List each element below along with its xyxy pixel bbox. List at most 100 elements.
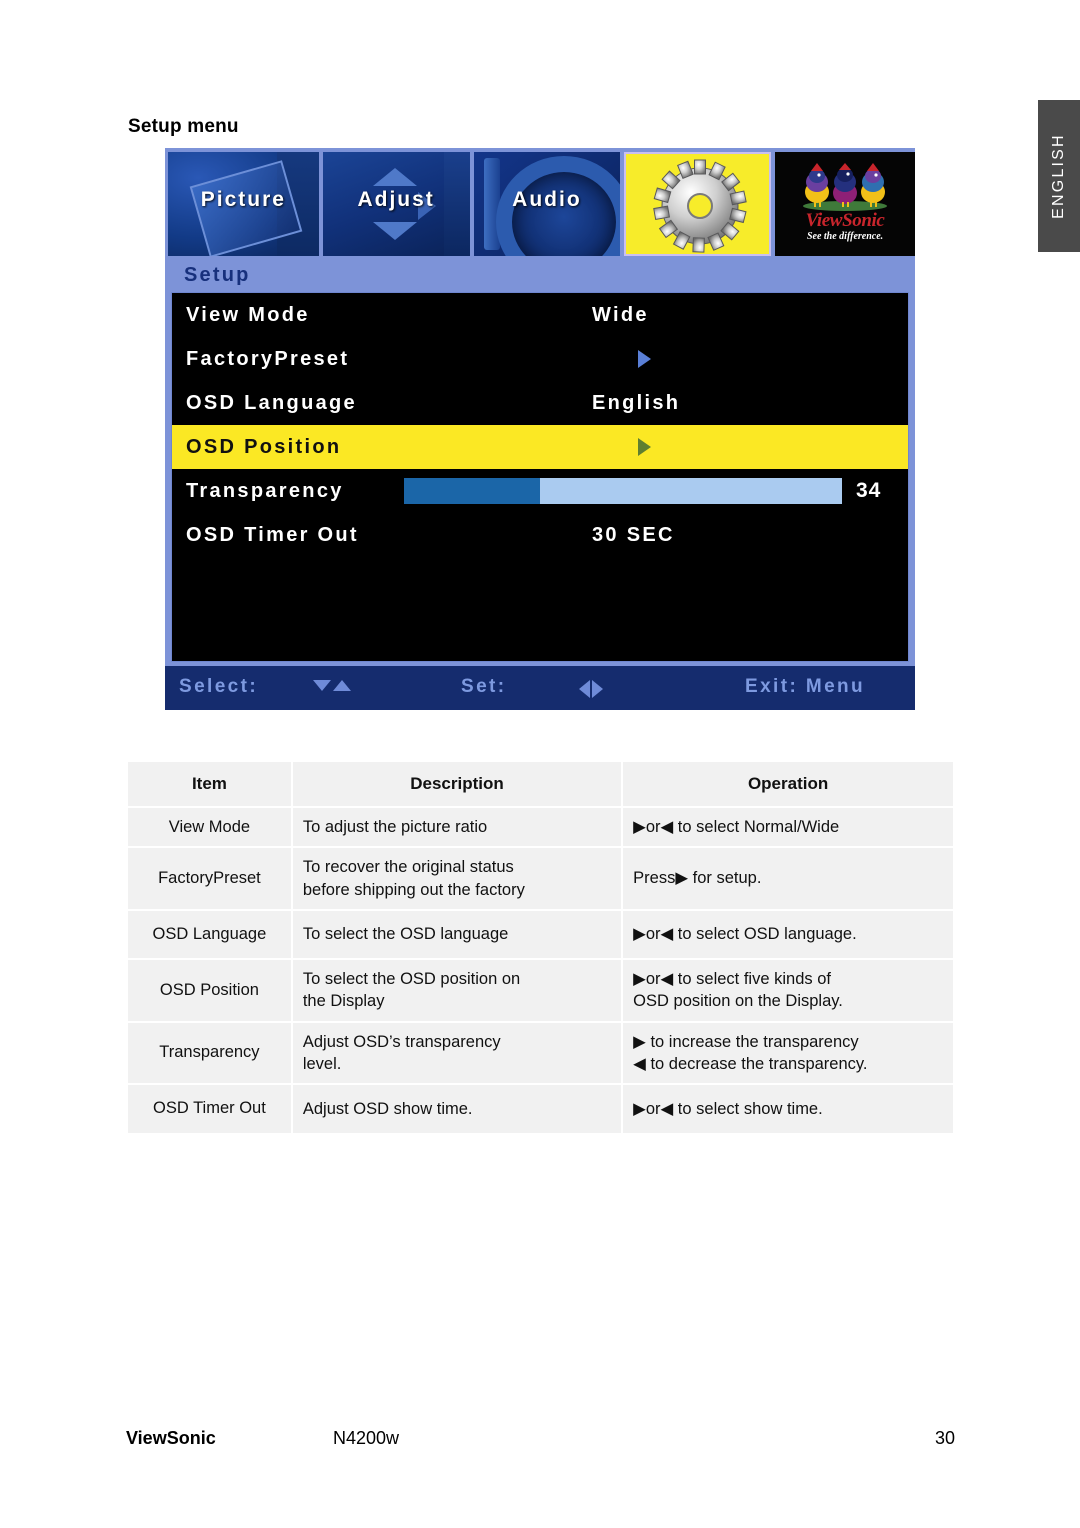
oper-line: ▶or◀ to select Normal/Wide <box>633 818 840 836</box>
osd-tab-picture-label: Picture <box>200 188 286 211</box>
oper-line: ▶or◀ to select OSD language. <box>633 925 857 944</box>
transparency-slider[interactable] <box>404 478 842 504</box>
table-cell-operation: ▶or◀ to select five kinds of OSD positio… <box>623 960 953 1021</box>
arrow-right-icon <box>592 680 603 698</box>
table-cell-description: To adjust the picture ratio <box>292 808 622 847</box>
osd-tab-audio[interactable]: Audio <box>473 152 621 256</box>
page-title: Setup menu <box>128 116 239 137</box>
osd-subheader: Setup <box>184 264 251 286</box>
osd-hint-bar: Select: Set: Exit: Menu <box>165 666 915 710</box>
osd-row-label: FactoryPreset <box>186 347 350 370</box>
table-cell-item: View Mode <box>128 808 291 847</box>
osd-row-view-mode[interactable]: View Mode Wide <box>172 293 908 337</box>
osd-row-osd-timer-out[interactable]: OSD Timer Out 30 SEC <box>172 513 908 557</box>
adjust-arrows-icon <box>372 168 417 186</box>
osd-item-list: View Mode Wide FactoryPreset OSD Languag… <box>171 292 909 662</box>
table-cell-operation: ▶or◀ to select Normal/Wide <box>623 808 953 847</box>
table-row: FactoryPreset To recover the original st… <box>128 848 953 909</box>
osd-row-label: OSD Language <box>186 391 357 414</box>
osd-tab-audio-label: Audio <box>512 188 582 211</box>
transparency-value: 34 <box>856 479 882 502</box>
oper-line: OSD position on the Display. <box>633 992 843 1011</box>
arrow-left-icon <box>579 680 590 698</box>
table-cell-description: To select the OSD language <box>292 910 622 959</box>
table-cell-description: Adjust OSD’s transparency level. <box>292 1022 622 1084</box>
table-row: OSD Language To select the OSD language … <box>128 910 953 959</box>
table-row: OSD Timer Out Adjust OSD show time. ▶or◀… <box>128 1085 953 1133</box>
osd-hint-exit-label: Exit: Menu <box>745 676 866 697</box>
osd-row-value: Wide <box>592 303 649 326</box>
language-side-tab-label: ENGLISH <box>1050 133 1067 219</box>
chevron-right-icon <box>638 350 651 368</box>
oper-line: ▶or◀ to select five kinds of <box>633 970 831 989</box>
table-header-description: Description <box>292 762 622 806</box>
viewsonic-tagline: See the difference. <box>806 231 884 242</box>
table-cell-operation: ▶or◀ to select OSD language. <box>623 910 953 959</box>
table-header-item: Item <box>128 762 291 806</box>
viewsonic-wordmark: ViewSonic <box>805 210 885 231</box>
table-cell-item: OSD Position <box>128 960 291 1021</box>
language-side-tab: ENGLISH <box>1038 100 1080 252</box>
table-cell-item: OSD Timer Out <box>128 1085 291 1133</box>
arrow-down-icon <box>313 680 331 691</box>
osd-hint-set-label: Set: <box>461 676 507 697</box>
osd-row-value: English <box>592 391 681 414</box>
transparency-slider-fill <box>404 478 540 504</box>
osd-row-label: OSD Position <box>186 435 342 458</box>
osd-tab-adjust[interactable]: Adjust <box>322 152 470 256</box>
table-row: OSD Position To select the OSD position … <box>128 960 953 1021</box>
oper-line: ▶or◀ to select show time. <box>633 1099 823 1118</box>
desc-line: To adjust the picture ratio <box>302 818 488 836</box>
osd-tab-viewsonic-logo[interactable]: ViewSonic See the difference. <box>775 152 915 256</box>
table-cell-operation: Press▶ for setup. <box>623 848 953 909</box>
adjust-arrow-down-icon <box>372 222 417 240</box>
desc-line: Adjust OSD’s transparency <box>302 1032 501 1051</box>
page-footer: ViewSonic N4200w 30 <box>126 1428 955 1454</box>
osd-row-value: 30 SEC <box>592 523 675 546</box>
footer-brand: ViewSonic <box>126 1428 216 1448</box>
osd-tab-picture[interactable]: Picture <box>168 152 319 256</box>
table-row: View Mode To adjust the picture ratio ▶o… <box>128 808 953 847</box>
osd-tab-bar: Picture Adjust Audio ViewSonic See the d… <box>165 152 915 256</box>
table-cell-description: Adjust OSD show time. <box>292 1085 622 1133</box>
osd-menu-screenshot: Picture Adjust Audio ViewSonic See the d… <box>165 148 915 710</box>
oper-line: ▶ to increase the transparency <box>633 1032 859 1051</box>
osd-row-osd-position[interactable]: OSD Position <box>172 425 908 469</box>
osd-row-factory-preset[interactable]: FactoryPreset <box>172 337 908 381</box>
osd-tab-setup[interactable] <box>624 152 772 256</box>
desc-line: Adjust OSD show time. <box>302 1099 473 1118</box>
select-arrows-icon <box>313 680 351 691</box>
setup-items-table: Item Description Operation View Mode To … <box>126 760 955 1135</box>
table-cell-description: To select the OSD position on the Displa… <box>292 960 622 1021</box>
osd-row-label: View Mode <box>186 303 310 326</box>
table-header-operation: Operation <box>623 762 953 806</box>
osd-row-label: OSD Timer Out <box>186 523 359 546</box>
desc-line: the Display <box>302 992 385 1011</box>
arrow-up-icon <box>333 680 351 691</box>
footer-model: N4200w <box>333 1428 400 1448</box>
osd-hint-select-label: Select: <box>179 676 259 697</box>
table-row: Transparency Adjust OSD’s transparency l… <box>128 1022 953 1084</box>
gear-icon <box>653 159 748 253</box>
desc-line: before shipping out the factory <box>302 880 525 899</box>
table-cell-operation: ▶ to increase the transparency ◀ to decr… <box>623 1022 953 1084</box>
table-cell-item: Transparency <box>128 1022 291 1084</box>
osd-row-osd-language[interactable]: OSD Language English <box>172 381 908 425</box>
osd-tab-adjust-label: Adjust <box>357 188 435 211</box>
desc-line: To select the OSD language <box>302 925 509 944</box>
footer-page-number: 30 <box>934 1428 955 1448</box>
oper-line: ◀ to decrease the transparency. <box>633 1054 868 1073</box>
desc-line: To select the OSD position on <box>302 970 521 989</box>
set-arrows-icon <box>579 680 603 698</box>
desc-line: level. <box>302 1054 342 1073</box>
table-cell-operation: ▶or◀ to select show time. <box>623 1085 953 1133</box>
table-cell-item: FactoryPreset <box>128 848 291 909</box>
oper-line: Press▶ for setup. <box>633 869 762 888</box>
osd-row-label: Transparency <box>186 479 344 502</box>
table-header-row: Item Description Operation <box>128 762 953 806</box>
desc-line: To recover the original status <box>302 858 514 877</box>
chevron-right-icon <box>638 438 651 456</box>
table-cell-description: To recover the original status before sh… <box>292 848 622 909</box>
table-cell-item: OSD Language <box>128 910 291 959</box>
osd-row-transparency[interactable]: Transparency 34 <box>172 469 908 513</box>
